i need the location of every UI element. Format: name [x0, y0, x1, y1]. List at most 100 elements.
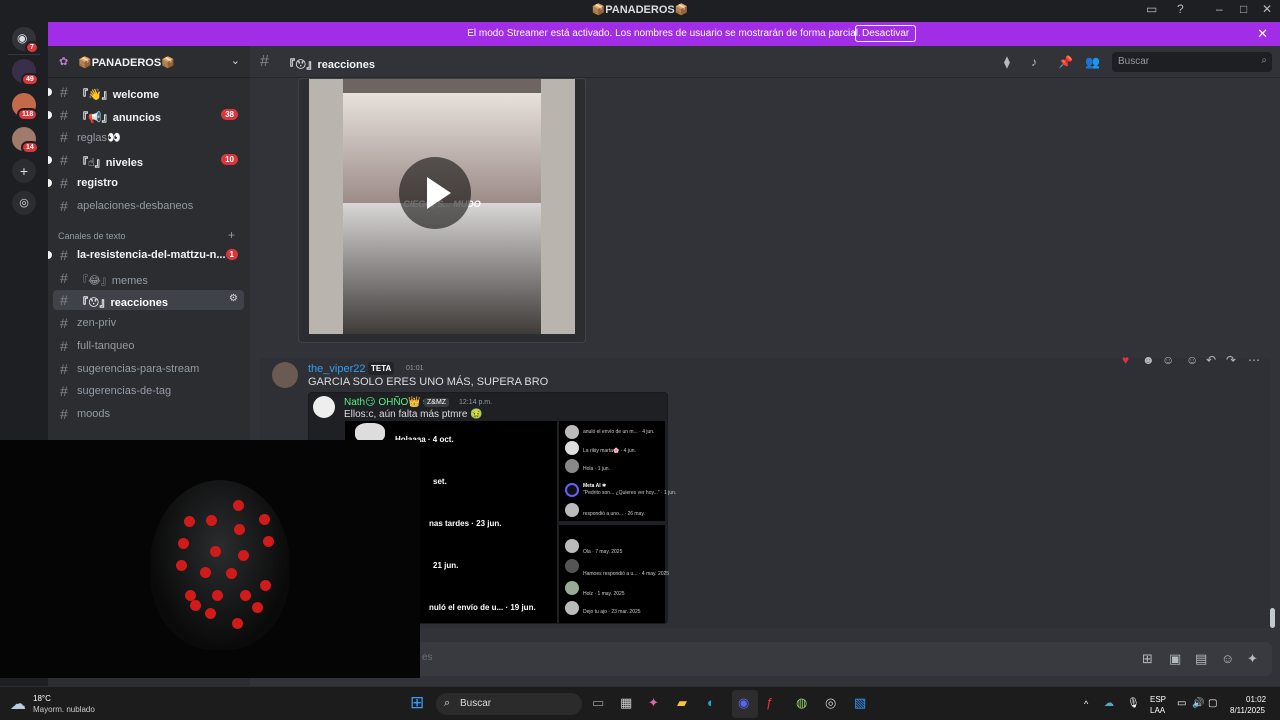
avatar[interactable] — [272, 362, 298, 388]
disable-streamer-button[interactable]: Desactivar — [855, 25, 917, 42]
file-explorer-icon[interactable]: ▰ — [677, 695, 687, 711]
channel-label: 『☝』niveles — [77, 157, 143, 170]
explore-icon[interactable]: ◎ — [12, 191, 36, 215]
gif-icon[interactable]: ▣ — [1169, 651, 1181, 667]
taskbar: ☁ 18°C Mayorm. nublado ⊞ ⌕ Buscar ▭ ▦ ✦ … — [0, 686, 1280, 720]
screenshot-right-bottom[interactable]: Ola · 7 may. 2025 Hamoes respondió a u..… — [559, 525, 669, 623]
search-input[interactable]: Buscar ⌕ — [1112, 52, 1272, 72]
channel-item[interactable]: # moods — [53, 404, 244, 424]
close-banner-icon[interactable]: ✕ — [1257, 26, 1268, 42]
heart-reaction-icon[interactable]: ♥ — [1122, 353, 1129, 367]
channel-item[interactable]: # sugerencias-para-stream — [53, 359, 244, 379]
screenshot-right-top[interactable]: anuló el envío de un m... · 4 jun. La ri… — [559, 421, 676, 521]
pin-icon[interactable]: 📌 — [1058, 55, 1073, 69]
channel-hash-icon: # — [60, 383, 68, 400]
emoji-icon[interactable]: ☺ — [1221, 651, 1234, 666]
unread-indicator — [48, 251, 52, 259]
channel-label: moods — [77, 407, 111, 420]
server-header[interactable]: ✿ 📦PANADEROS📦 ⌄ — [48, 46, 250, 78]
taskbar-search[interactable]: ⌕ Buscar — [436, 693, 582, 715]
embed-author[interactable]: Nath😏 OHÑO👑♀ — [344, 397, 428, 408]
channel-item[interactable]: # 『📢』anuncios 38 — [48, 105, 244, 125]
minimize-button[interactable]: – — [1216, 2, 1223, 16]
app-icon-2[interactable]: ◍ — [796, 695, 807, 711]
close-window-button[interactable]: ✕ — [1262, 2, 1272, 16]
chat-entry: "Pedrito son... ¿Quieres ver hoy..." · 1… — [583, 490, 677, 496]
start-icon[interactable]: ⊞ — [410, 693, 424, 713]
message-author[interactable]: the_viper22 — [308, 363, 366, 375]
video-thumbnail[interactable]: CIEGO, S... MUDO — [309, 79, 575, 334]
scrollbar-thumb[interactable] — [1270, 608, 1275, 628]
mention-badge: 10 — [221, 154, 238, 166]
server-icon-panaderos[interactable]: 49 — [12, 59, 39, 86]
server-badge-1: 49 — [21, 73, 39, 86]
onedrive-icon[interactable]: ☁ — [1104, 698, 1114, 709]
video-attachment[interactable]: CIEGO, S... MUDO — [298, 78, 586, 343]
search-icon: ⌕ — [444, 697, 451, 709]
channel-item[interactable]: # sugerencias-de-tag — [53, 381, 244, 401]
chevron-down-icon[interactable]: ⌄ — [231, 54, 240, 67]
server-icon-2[interactable]: 118 — [12, 93, 39, 121]
task-view-icon[interactable]: ▭ — [592, 695, 604, 711]
channel-item[interactable]: # apelaciones-desbaneos — [53, 196, 244, 216]
avatar[interactable] — [313, 396, 335, 418]
more-options-icon[interactable]: ⋯ — [1248, 353, 1260, 367]
chat-line: nuló el envío de u... · 19 jun. — [429, 603, 536, 612]
taskbar-search-label: Buscar — [460, 698, 492, 709]
maximize-button[interactable]: □ — [1240, 2, 1247, 16]
lang-primary[interactable]: ESP — [1150, 695, 1166, 704]
channel-item[interactable]: # la-resistencia-del-mattzu-n... 1 — [48, 245, 244, 265]
channel-label: reglas👀 — [77, 132, 121, 145]
chat-entry: Ola · 7 may. 2025 — [583, 549, 623, 555]
app-tf-icon[interactable]: ƒ — [766, 695, 773, 710]
channel-item[interactable]: # 『😯』reacciones ⚙ — [53, 290, 244, 311]
store-icon[interactable]: ▦ — [620, 695, 632, 711]
add-server-icon[interactable]: + — [12, 159, 36, 183]
channel-item[interactable]: # reglas👀 — [53, 127, 244, 147]
add-reaction-icon[interactable]: ☺ — [1186, 353, 1198, 367]
category-label[interactable]: Canales de texto — [58, 231, 126, 241]
help-icon[interactable]: ? — [1177, 2, 1184, 16]
unread-indicator — [48, 110, 52, 119]
reply-icon[interactable]: ↶ — [1206, 353, 1216, 367]
tray-overflow-icon[interactable]: ^ — [1084, 699, 1088, 709]
sticker-icon[interactable]: ▤ — [1195, 651, 1207, 667]
rail-divider — [8, 54, 40, 55]
edge-icon[interactable]: ◐ — [707, 695, 715, 710]
gift-icon[interactable]: ⊞ — [1142, 651, 1153, 667]
channel-item[interactable]: # 『☝』niveles 10 — [48, 150, 244, 170]
channel-item[interactable]: # zen-priv — [53, 313, 244, 333]
weather-icon[interactable]: ☁ — [10, 694, 26, 714]
threads-icon[interactable]: ⧫ — [1004, 55, 1010, 69]
app-icon-3[interactable]: ◎ — [825, 695, 836, 711]
forward-icon[interactable]: ↷ — [1226, 353, 1236, 367]
channel-item[interactable]: # registro — [48, 173, 244, 193]
webcam-face — [150, 480, 290, 650]
mute-bell-icon[interactable]: ♪ — [1031, 55, 1037, 69]
members-icon[interactable]: 👥 — [1085, 55, 1100, 69]
channel-item[interactable]: # 『😂』memes — [53, 268, 244, 288]
discord-taskbar-button[interactable]: ◉ — [732, 690, 758, 718]
emoji-reaction-icon[interactable]: ☻ — [1142, 353, 1155, 367]
network-icon[interactable]: ▭ — [1177, 698, 1186, 709]
server-icon-3[interactable]: 14 — [12, 127, 39, 154]
inbox-icon[interactable]: ▭ — [1146, 2, 1157, 16]
discord-home-icon[interactable]: ◉ 7 — [12, 27, 39, 54]
clock-time[interactable]: 01:02 — [1246, 695, 1266, 704]
play-icon[interactable] — [399, 157, 471, 229]
channel-item[interactable]: # 『👋』welcome — [48, 82, 244, 102]
battery-icon[interactable]: ▢ — [1208, 698, 1217, 709]
app-icon-4[interactable]: ▧ — [854, 695, 866, 711]
volume-icon[interactable]: 🔊 — [1192, 698, 1204, 709]
laugh-reaction-icon[interactable]: ☺ — [1162, 353, 1174, 367]
channel-label: 『😂』memes — [77, 274, 148, 287]
copilot-icon[interactable]: ✦ — [648, 695, 659, 711]
channel-settings-icon[interactable]: ⚙ — [229, 293, 238, 304]
lang-secondary[interactable]: LAA — [1150, 706, 1165, 715]
apps-icon[interactable]: ✦ — [1247, 651, 1258, 667]
clock-date[interactable]: 8/11/2025 — [1230, 706, 1265, 715]
channel-label: la-resistencia-del-mattzu-n... — [77, 249, 226, 261]
channel-item[interactable]: # full-tanqueo — [53, 336, 244, 356]
microphone-icon[interactable]: 🎙 — [1127, 698, 1140, 709]
add-channel-icon[interactable]: + — [228, 228, 235, 242]
